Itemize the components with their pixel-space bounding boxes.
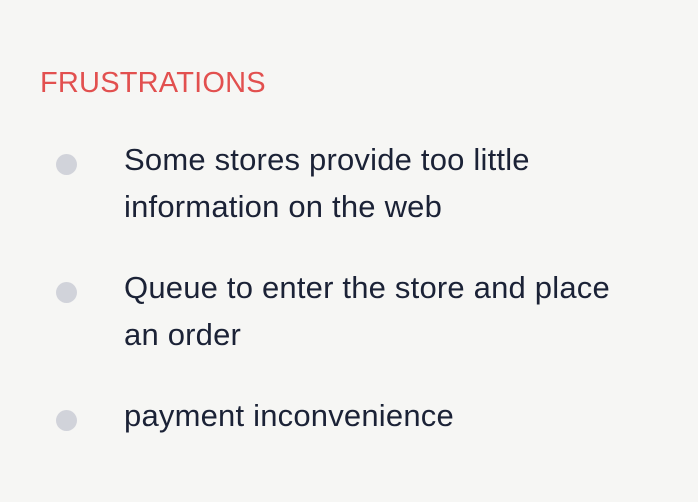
bullet-dot-icon [56,282,77,303]
list-item-text: Queue to enter the store and place an or… [124,270,610,352]
section-title: FRUSTRATIONS [40,67,266,99]
bullet-dot-icon [56,154,77,175]
bullet-dot-icon [56,410,77,431]
list-item-text: payment inconvenience [124,398,454,433]
frustrations-card: FRUSTRATIONS Some stores provide too lit… [0,0,698,502]
list-item-text: Some stores provide too little informati… [124,142,530,224]
